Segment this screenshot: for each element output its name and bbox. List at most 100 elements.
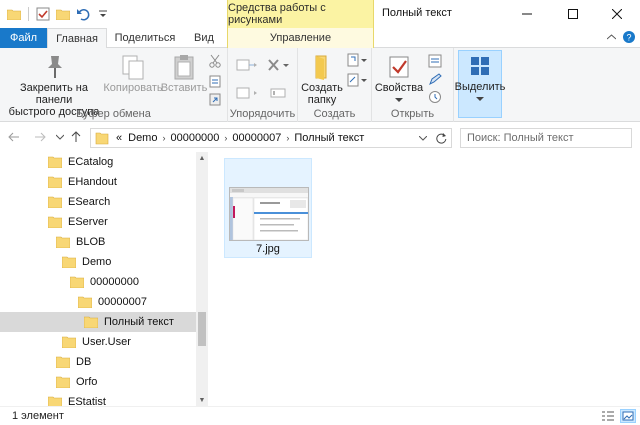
tree-item[interactable]: DB [0,352,196,372]
image-thumbnail [229,187,309,241]
move-to-icon [236,59,257,71]
recent-locations-button[interactable] [52,129,68,145]
maximize-icon [568,9,578,19]
copy-button[interactable]: Копировать [103,52,163,94]
close-icon [612,9,622,19]
collapse-ribbon-button[interactable] [604,30,618,44]
folder-icon [48,216,62,228]
scroll-up-arrow-icon[interactable]: ▲ [196,152,208,164]
svg-text:?: ? [626,33,631,43]
rename-button[interactable] [266,84,290,102]
new-folder-icon[interactable] [55,6,71,22]
properties-icon[interactable] [35,6,51,22]
tree-item[interactable]: 00000007 [0,292,196,312]
delete-button[interactable] [266,56,290,74]
group-label-open: Открыть [390,108,435,120]
undo-icon[interactable] [75,6,91,22]
scroll-down-arrow-icon[interactable]: ▼ [196,394,208,406]
copy-icon [117,52,149,82]
minimize-button[interactable] [504,0,550,28]
customize-qat-icon[interactable] [95,6,111,22]
easy-access-button[interactable] [346,72,368,90]
breadcrumb-demo[interactable]: Demo [125,132,160,144]
ribbon-tabs: Файл Главная Поделиться Вид Управление [0,28,640,49]
window-title: Полный текст [382,7,452,19]
close-button[interactable] [594,0,640,28]
forward-button[interactable] [32,129,48,145]
tree-item-selected[interactable]: Полный текст [0,312,196,332]
large-icons-view-button[interactable] [620,409,636,423]
tree-item[interactable]: EHandout [0,172,196,192]
folder-icon [56,356,70,368]
tree-item[interactable]: Demo [0,252,196,272]
tree-item-label: BLOB [76,236,106,248]
history-icon [429,91,441,103]
tree-item[interactable]: ECatalog [0,152,196,172]
new-folder-button[interactable]: Создать папку [300,52,344,106]
tab-home[interactable]: Главная [47,28,107,49]
tree-item[interactable]: 00000000 [0,272,196,292]
folder-icon [56,236,70,248]
help-button[interactable]: ? [622,30,636,44]
up-button[interactable] [68,129,84,145]
tree-item-label: 00000007 [98,296,147,308]
rename-icon [270,88,286,98]
select-label: Выделить [454,81,506,93]
folder-icon [48,176,62,188]
paste-shortcut-button[interactable] [206,90,224,108]
paste-shortcut-icon [209,93,221,106]
search-input[interactable]: Поиск: Полный текст [460,128,632,148]
select-button[interactable]: Выделить [455,50,505,118]
tree-item[interactable]: BLOB [0,232,196,252]
maximize-button[interactable] [550,0,596,28]
move-to-button[interactable] [234,56,260,74]
address-history-button[interactable] [415,129,431,147]
tab-share[interactable]: Поделиться [110,28,180,48]
open-button[interactable] [426,52,444,70]
tree-item[interactable]: EStatist [0,392,196,406]
details-view-icon [602,411,614,421]
copy-to-button[interactable] [234,84,260,102]
chevron-right-icon[interactable]: › [160,133,167,143]
address-bar[interactable]: « Demo › 00000000 › 00000007 › Полный те… [90,128,452,148]
tree-item[interactable]: User.User [0,332,196,352]
file-name: 7.jpg [256,243,280,255]
chevron-right-icon[interactable]: › [222,133,229,143]
context-tab-header: Средства работы с рисунками [227,0,374,28]
breadcrumb-00000007[interactable]: 00000007 [229,132,284,144]
tab-file[interactable]: Файл [0,28,47,48]
tab-manage[interactable]: Управление [227,28,374,48]
file-item[interactable]: 7.jpg [224,158,312,258]
new-item-button[interactable] [346,52,368,70]
tree-item[interactable]: ESearch [0,192,196,212]
cut-button[interactable] [206,52,224,70]
ribbon-home: Закрепить на панели быстрого доступа Коп… [0,48,640,122]
details-view-button[interactable] [600,409,616,423]
folder-icon [78,296,92,308]
scrollbar-thumb[interactable] [198,312,206,346]
refresh-button[interactable] [433,129,449,147]
folder-icon[interactable] [6,6,22,22]
paste-button[interactable]: Вставить [161,52,207,94]
tree-scrollbar[interactable]: ▲ ▼ [196,152,208,406]
status-bar: 1 элемент [0,406,640,425]
back-button[interactable] [6,129,22,145]
help-icon: ? [623,31,635,43]
tree-item-label: DB [76,356,92,368]
group-create: Создать папку Создать [298,48,372,122]
tab-view[interactable]: Вид [182,28,226,48]
edit-button[interactable] [426,70,444,88]
copy-path-button[interactable] [206,72,224,90]
tree-item-label: ECatalog [68,156,114,168]
tree-item[interactable]: Orfo [0,372,196,392]
history-button[interactable] [426,88,444,106]
tree-item[interactable]: EServer [0,212,196,232]
breadcrumb-current[interactable]: Полный текст [291,132,367,144]
chevron-right-icon[interactable]: › [284,133,291,143]
breadcrumb-00000000[interactable]: 00000000 [167,132,222,144]
breadcrumb-overflow[interactable]: « [113,132,125,144]
group-label-create: Создать [313,108,356,120]
properties-button[interactable]: Свойства [374,52,424,106]
title-bar: Средства работы с рисунками Полный текст [0,0,640,28]
chevron-down-icon [476,93,484,105]
